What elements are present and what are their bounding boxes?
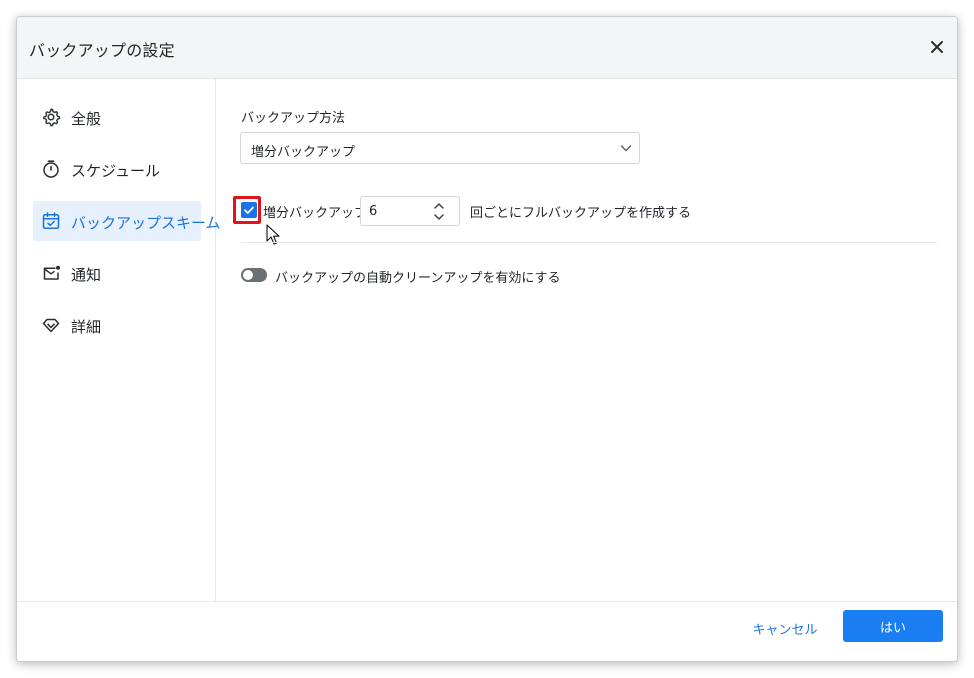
sidebar-item-advanced[interactable]: 詳細 <box>33 305 201 345</box>
backup-settings-dialog: バックアップの設定 全般 スケジュール バックアップスキーム 通知 詳細 バック… <box>16 16 958 662</box>
mail-notification-icon <box>43 265 60 280</box>
chevron-down-icon <box>620 145 632 152</box>
section-divider <box>241 242 937 243</box>
sidebar-item-label: 通知 <box>71 266 102 284</box>
backup-method-select[interactable]: 増分バックアップ <box>240 132 640 164</box>
auto-cleanup-label: バックアップの自動クリーンアップを有効にする <box>275 271 561 286</box>
sidebar-item-backup-scheme[interactable]: バックアップスキーム <box>33 201 221 241</box>
gear-icon <box>43 108 61 127</box>
chevron-down-icon[interactable] <box>433 212 445 222</box>
close-icon <box>931 41 943 53</box>
close-button[interactable] <box>925 35 949 59</box>
full-backup-suffix-label: 回ごとにフルバックアップを作成する <box>470 206 692 221</box>
sidebar-item-notification[interactable]: 通知 <box>33 253 201 293</box>
dialog-footer: キャンセル はい <box>17 601 957 661</box>
settings-sidebar: 全般 スケジュール バックアップスキーム 通知 詳細 <box>17 79 221 601</box>
checkmark-icon <box>244 206 254 214</box>
toggle-knob <box>243 270 253 280</box>
incremental-checkbox[interactable] <box>241 202 257 218</box>
chevron-up-icon[interactable] <box>433 201 445 211</box>
sidebar-item-label: スケジュール <box>71 162 160 180</box>
settings-content: バックアップ方法 増分バックアップ 増分バックアップ 6 回ごとにフルバックアッ… <box>217 79 957 601</box>
sidebar-item-label: 全般 <box>71 110 102 128</box>
diamond-icon <box>42 318 60 333</box>
auto-cleanup-toggle[interactable] <box>241 268 267 282</box>
sidebar-item-label: 詳細 <box>71 318 102 336</box>
select-value: 増分バックアップ <box>251 145 356 160</box>
sidebar-item-label: バックアップスキーム <box>71 214 221 232</box>
dialog-title-bar: バックアップの設定 <box>17 17 957 79</box>
cancel-button[interactable]: キャンセル <box>737 612 833 644</box>
backup-method-label: バックアップ方法 <box>241 111 346 126</box>
dialog-title: バックアップの設定 <box>29 41 175 60</box>
incremental-label: 増分バックアップ <box>263 206 368 221</box>
sidebar-item-general[interactable]: 全般 <box>33 97 201 137</box>
stepper-value: 6 <box>369 204 378 219</box>
calendar-check-icon <box>42 212 60 230</box>
sidebar-item-schedule[interactable]: スケジュール <box>33 149 201 189</box>
stopwatch-icon <box>43 160 59 178</box>
ok-button[interactable]: はい <box>843 610 943 642</box>
full-backup-interval-stepper[interactable]: 6 <box>360 196 460 226</box>
